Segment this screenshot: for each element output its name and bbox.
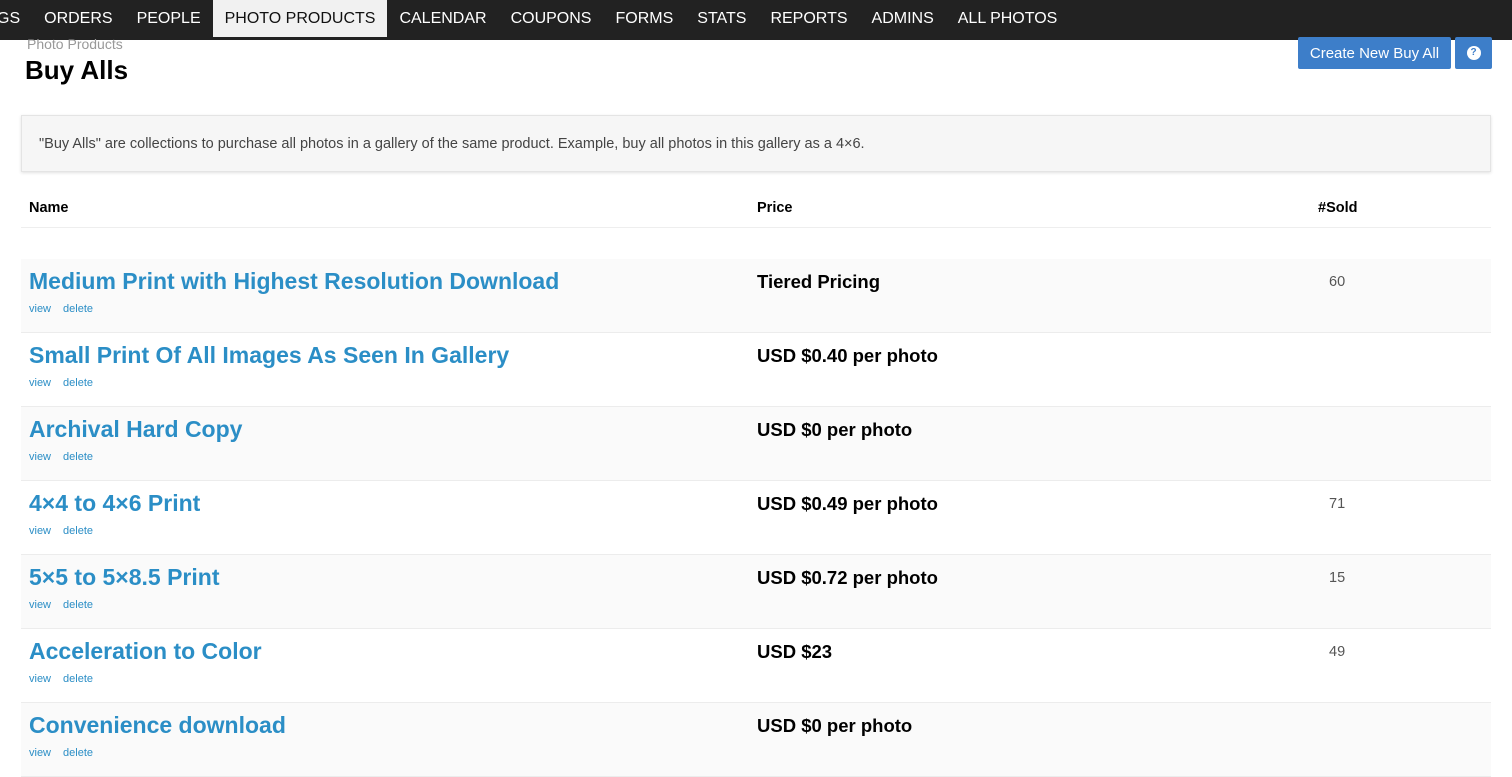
row-actions: view delete	[29, 377, 105, 389]
nav-item-all-photos[interactable]: ALL PHOTOS	[946, 0, 1070, 37]
view-link[interactable]: view	[29, 451, 51, 463]
price-value: Tiered Pricing	[757, 271, 881, 292]
question-circle-icon: ?	[1466, 46, 1481, 60]
nav-item-calendar[interactable]: CALENDAR	[387, 0, 498, 37]
row-actions: view delete	[29, 599, 105, 611]
delete-link[interactable]: delete	[63, 747, 93, 759]
view-link[interactable]: view	[29, 599, 51, 611]
nav-item-forms[interactable]: FORMS	[603, 0, 685, 37]
column-header-sold: #Sold	[1318, 200, 1358, 216]
table-row: Acceleration to Color view delete USD $23…	[21, 629, 1491, 703]
sold-count: 60	[1329, 274, 1346, 290]
buy-all-name-link[interactable]: 5×5 to 5×8.5 Print	[29, 564, 219, 591]
view-link[interactable]: view	[29, 673, 51, 685]
price-value: USD $0.49 per photo	[757, 493, 938, 514]
nav-item-orders[interactable]: ORDERS	[32, 0, 124, 37]
delete-link[interactable]: delete	[63, 377, 93, 389]
info-text: "Buy Alls" are collections to purchase a…	[39, 136, 865, 152]
column-header-name: Name	[29, 200, 69, 216]
sold-count: 71	[1329, 496, 1346, 512]
nav-item-stats[interactable]: STATS	[685, 0, 758, 37]
nav-item-people[interactable]: PEOPLE	[125, 0, 213, 37]
view-link[interactable]: view	[29, 747, 51, 759]
row-actions: view delete	[29, 673, 105, 685]
page-title: Buy Alls	[25, 55, 129, 85]
table-row: Convenience download view delete USD $0 p…	[21, 703, 1491, 777]
table-row: 4×4 to 4×6 Print view delete USD $0.49 pe…	[21, 481, 1491, 555]
help-button[interactable]: ?	[1455, 37, 1492, 69]
buy-all-list: Medium Print with Highest Resolution Dow…	[21, 259, 1491, 777]
price-value: USD $0 per photo	[757, 419, 913, 440]
delete-link[interactable]: delete	[63, 303, 93, 315]
buy-all-name-link[interactable]: Archival Hard Copy	[29, 416, 242, 443]
delete-link[interactable]: delete	[63, 673, 93, 685]
delete-link[interactable]: delete	[63, 599, 93, 611]
row-actions: view delete	[29, 303, 105, 315]
table-row: 5×5 to 5×8.5 Print view delete USD $0.72 …	[21, 555, 1491, 629]
row-actions: view delete	[29, 747, 105, 759]
price-value: USD $0.40 per photo	[757, 345, 938, 366]
nav-item-reports[interactable]: REPORTS	[758, 0, 859, 37]
view-link[interactable]: view	[29, 525, 51, 537]
table-row: Small Print Of All Images As Seen In Gal…	[21, 333, 1491, 407]
buy-all-name-link[interactable]: Convenience download	[29, 712, 286, 739]
top-nav: GS ORDERS PEOPLE PHOTO PRODUCTS CALENDAR…	[0, 0, 1512, 40]
table-row: Medium Print with Highest Resolution Dow…	[21, 259, 1491, 333]
buy-all-name-link[interactable]: Acceleration to Color	[29, 638, 262, 665]
view-link[interactable]: view	[29, 303, 51, 315]
table-row: Archival Hard Copy view delete USD $0 per…	[21, 407, 1491, 481]
price-value: USD $0 per photo	[757, 715, 913, 736]
row-actions: view delete	[29, 525, 105, 537]
buy-all-name-link[interactable]: 4×4 to 4×6 Print	[29, 490, 200, 517]
header-divider	[21, 227, 1491, 228]
nav-item-coupons[interactable]: COUPONS	[499, 0, 604, 37]
nav-item-photo-products[interactable]: PHOTO PRODUCTS	[212, 0, 388, 37]
create-new-buy-all-button[interactable]: Create New Buy All	[1298, 37, 1451, 69]
delete-link[interactable]: delete	[63, 451, 93, 463]
sold-count: 15	[1329, 570, 1346, 586]
column-header-price: Price	[757, 200, 793, 216]
view-link[interactable]: view	[29, 377, 51, 389]
sold-count: 49	[1329, 644, 1346, 660]
row-actions: view delete	[29, 451, 105, 463]
info-box: "Buy Alls" are collections to purchase a…	[21, 115, 1491, 172]
nav-item-settings[interactable]: GS	[0, 0, 32, 37]
buy-all-name-link[interactable]: Small Print Of All Images As Seen In Gal…	[29, 342, 509, 369]
breadcrumb[interactable]: Photo Products	[27, 36, 123, 52]
nav-item-admins[interactable]: ADMINS	[860, 0, 946, 37]
price-value: USD $23	[757, 641, 833, 662]
delete-link[interactable]: delete	[63, 525, 93, 537]
price-value: USD $0.72 per photo	[757, 567, 938, 588]
buy-all-name-link[interactable]: Medium Print with Highest Resolution Dow…	[29, 268, 559, 295]
